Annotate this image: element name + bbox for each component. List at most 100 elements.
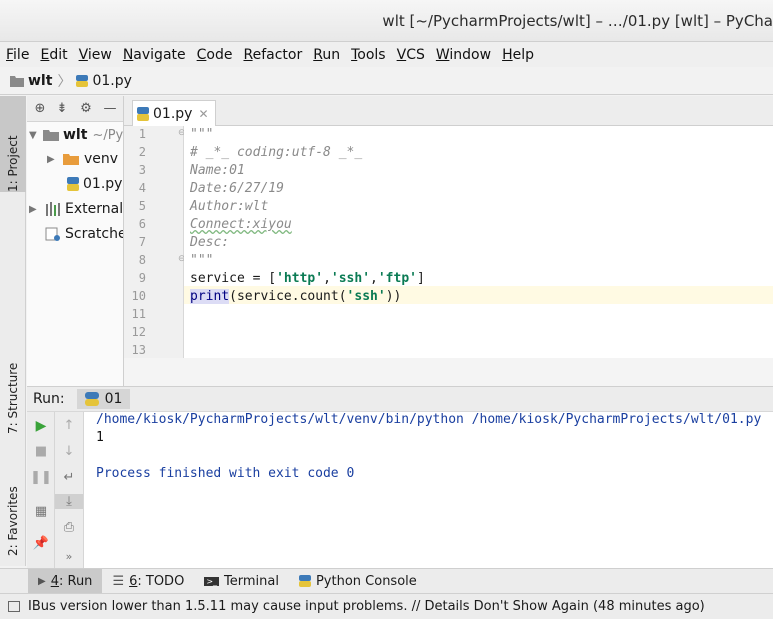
tab-run[interactable]: ▶ 4: Run [28, 568, 103, 594]
menu-window[interactable]: Window [436, 47, 491, 63]
console-exit: Process finished with exit code 0 [96, 466, 355, 481]
tree-item-external-libraries[interactable]: ▶ External [29, 197, 123, 221]
menu-run[interactable]: Run [313, 47, 340, 63]
tab-favorites[interactable]: 2: Favorites [0, 466, 26, 556]
gear-icon[interactable]: ⚙ [73, 101, 99, 116]
tab-01-py[interactable]: 01.py ✕ [132, 100, 216, 126]
code-line: """ [190, 253, 214, 268]
project-pane: ⊕ ⇟ ⚙ — ▼ wlt ~/Py ▶ venv 01.py ▶ Extern… [27, 96, 124, 386]
tree-item-root[interactable]: ▼ wlt ~/Py [29, 123, 123, 147]
soft-wrap-icon[interactable]: ↵ [55, 470, 83, 485]
console-command: /home/kiosk/PycharmProjects/wlt/venv/bin… [96, 412, 762, 427]
python-file-icon [76, 74, 89, 87]
line-number: 8 [138, 253, 146, 267]
tree-item-file[interactable]: 01.py [67, 172, 122, 196]
line-number: 1 [138, 127, 146, 141]
rerun-icon[interactable]: ▶ [27, 418, 55, 434]
console-output: 1 [96, 430, 104, 445]
down-arrow-icon[interactable]: ↓ [55, 444, 83, 459]
bottom-tool-bar: ▶ 4: Run ☰ 6: TODO >_ Terminal Python Co… [0, 568, 773, 594]
tab-project[interactable]: 1: Project [0, 96, 26, 192]
close-icon[interactable]: ✕ [198, 107, 208, 121]
left-tool-strip: 1: Project 7: Structure 2: Favorites [0, 96, 26, 566]
line-number: 7 [138, 235, 146, 249]
print-icon[interactable]: ⎙ [55, 520, 83, 535]
code-line: service = ['http','ssh','ftp'] [190, 271, 425, 286]
code-line: Date:6/27/19 [190, 181, 284, 196]
run-panel-header: Run: 01 [27, 386, 773, 412]
folder-icon [43, 130, 59, 141]
tab-todo[interactable]: ☰ 6: TODO [102, 569, 194, 594]
scroll-from-source-icon[interactable]: ⊕ [29, 101, 51, 116]
project-toolbar: ⊕ ⇟ ⚙ — [27, 96, 123, 122]
python-icon [298, 575, 311, 587]
code-line: Author:wlt [190, 199, 269, 214]
list-icon: ☰ [112, 573, 125, 589]
tab-structure[interactable]: 7: Structure [0, 354, 26, 434]
window-title: wlt [~/PycharmProjects/wlt] – …/01.py [w… [382, 12, 773, 30]
line-number: 11 [131, 307, 146, 321]
editor-bottom-area [124, 358, 773, 386]
line-number: 10 [131, 289, 146, 303]
expand-arrow-icon[interactable]: ▶ [47, 154, 63, 165]
status-message[interactable]: IBus version lower than 1.5.11 may cause… [28, 599, 705, 614]
line-number: 9 [138, 271, 146, 285]
layout-icon[interactable]: ▦ [27, 504, 55, 519]
menu-refactor[interactable]: Refactor [243, 47, 302, 63]
python-file-icon [137, 106, 149, 121]
code-editor[interactable]: """ # _*_ coding:utf-8 _*_ Name:01 Date:… [184, 126, 773, 358]
breadcrumb-project[interactable]: wlt [28, 73, 52, 89]
tab-terminal[interactable]: >_ Terminal [194, 569, 289, 594]
breadcrumb: wlt 〉 01.py [0, 67, 773, 95]
folder-icon [63, 154, 79, 165]
menu-help[interactable]: Help [502, 47, 534, 63]
pause-icon[interactable]: ❚❚ [27, 470, 55, 485]
line-number: 2 [138, 145, 146, 159]
python-icon [84, 392, 99, 406]
pin-icon[interactable]: 📌 [27, 536, 55, 551]
code-line: Connect:xiyou [190, 217, 292, 232]
menu-tools[interactable]: Tools [351, 47, 386, 63]
tab-python-console[interactable]: Python Console [289, 569, 427, 594]
more-icon[interactable]: » [55, 550, 83, 563]
menu-code[interactable]: Code [197, 47, 233, 63]
editor-gutter: 1 2 3 4 5 6 7 8 9 10 11 12 13 ⊖ ⊖ [124, 126, 186, 358]
code-line: Name:01 [190, 163, 245, 178]
menu-file[interactable]: File [6, 47, 29, 63]
menu-view[interactable]: View [79, 47, 112, 63]
tree-item-scratches[interactable]: Scratche [45, 222, 123, 246]
editor-tab-bar: 01.py ✕ [124, 96, 773, 126]
line-number: 12 [131, 325, 146, 339]
title-bar: wlt [~/PycharmProjects/wlt] – …/01.py [w… [0, 0, 773, 42]
status-bar: IBus version lower than 1.5.11 may cause… [0, 593, 773, 619]
run-toolbar-primary: ▶ ■ ❚❚ ▦ 📌 [27, 412, 55, 568]
status-toggle-icon[interactable] [8, 601, 20, 612]
expand-arrow-icon[interactable]: ▼ [29, 130, 43, 141]
run-config-tab[interactable]: 01 [76, 389, 131, 409]
line-number: 4 [138, 181, 146, 195]
line-number: 5 [138, 199, 146, 213]
menu-bar: File Edit View Navigate Code Refactor Ru… [0, 42, 773, 67]
collapse-all-icon[interactable]: ⇟ [51, 101, 73, 116]
breadcrumb-file[interactable]: 01.py [92, 73, 131, 89]
run-console[interactable]: /home/kiosk/PycharmProjects/wlt/venv/bin… [84, 412, 773, 568]
line-number: 13 [131, 343, 146, 357]
menu-navigate[interactable]: Navigate [123, 47, 186, 63]
scratches-icon [45, 227, 60, 241]
hide-icon[interactable]: — [99, 101, 121, 116]
python-file-icon [67, 177, 79, 191]
scroll-to-end-icon[interactable]: ⤓ [55, 494, 83, 509]
menu-vcs[interactable]: VCS [397, 47, 425, 63]
expand-arrow-icon[interactable]: ▶ [29, 204, 45, 215]
code-line: Desc: [190, 235, 230, 250]
menu-edit[interactable]: Edit [40, 47, 67, 63]
breadcrumb-separator-icon: 〉 [57, 73, 72, 90]
code-line: """ [190, 127, 214, 142]
folder-icon [10, 75, 24, 87]
library-icon [46, 202, 60, 216]
stop-icon[interactable]: ■ [27, 444, 55, 459]
run-toolbar-secondary: ↑ ↓ ↵ ⤓ ⎙ » [55, 412, 84, 568]
up-arrow-icon[interactable]: ↑ [55, 418, 83, 433]
tree-item-venv[interactable]: ▶ venv [47, 147, 118, 171]
terminal-icon: >_ [204, 576, 220, 586]
